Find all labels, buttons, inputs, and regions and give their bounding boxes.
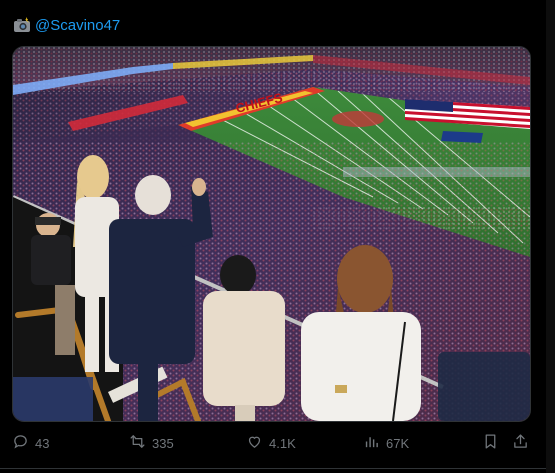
view-count: 67K — [386, 435, 410, 451]
post-header: @Scavino47 — [13, 14, 120, 36]
repost-button[interactable]: 335 — [129, 430, 174, 456]
analytics-bar-icon — [363, 433, 380, 453]
scrollbar-track[interactable] — [546, 0, 555, 473]
repost-count: 335 — [152, 435, 174, 451]
post-actions: 43 335 4.1K 67K — [0, 430, 555, 456]
bookmark-icon — [482, 433, 499, 453]
reply-icon — [12, 433, 29, 453]
author-handle[interactable]: @Scavino47 — [35, 17, 120, 34]
share-icon — [512, 433, 529, 453]
share-button[interactable] — [512, 430, 529, 456]
views-button[interactable]: 67K — [363, 430, 409, 456]
heart-icon — [246, 433, 263, 453]
bookmark-button[interactable] — [482, 430, 499, 456]
like-count: 4.1K — [269, 435, 296, 451]
post-divider — [0, 468, 546, 469]
reply-button[interactable]: 43 — [12, 430, 49, 456]
like-button[interactable]: 4.1K — [246, 430, 296, 456]
repost-icon — [129, 433, 146, 453]
post-photo[interactable]: CHIEFS — [12, 46, 531, 422]
camera-with-flash-icon — [13, 17, 31, 33]
reply-count: 43 — [35, 435, 50, 451]
